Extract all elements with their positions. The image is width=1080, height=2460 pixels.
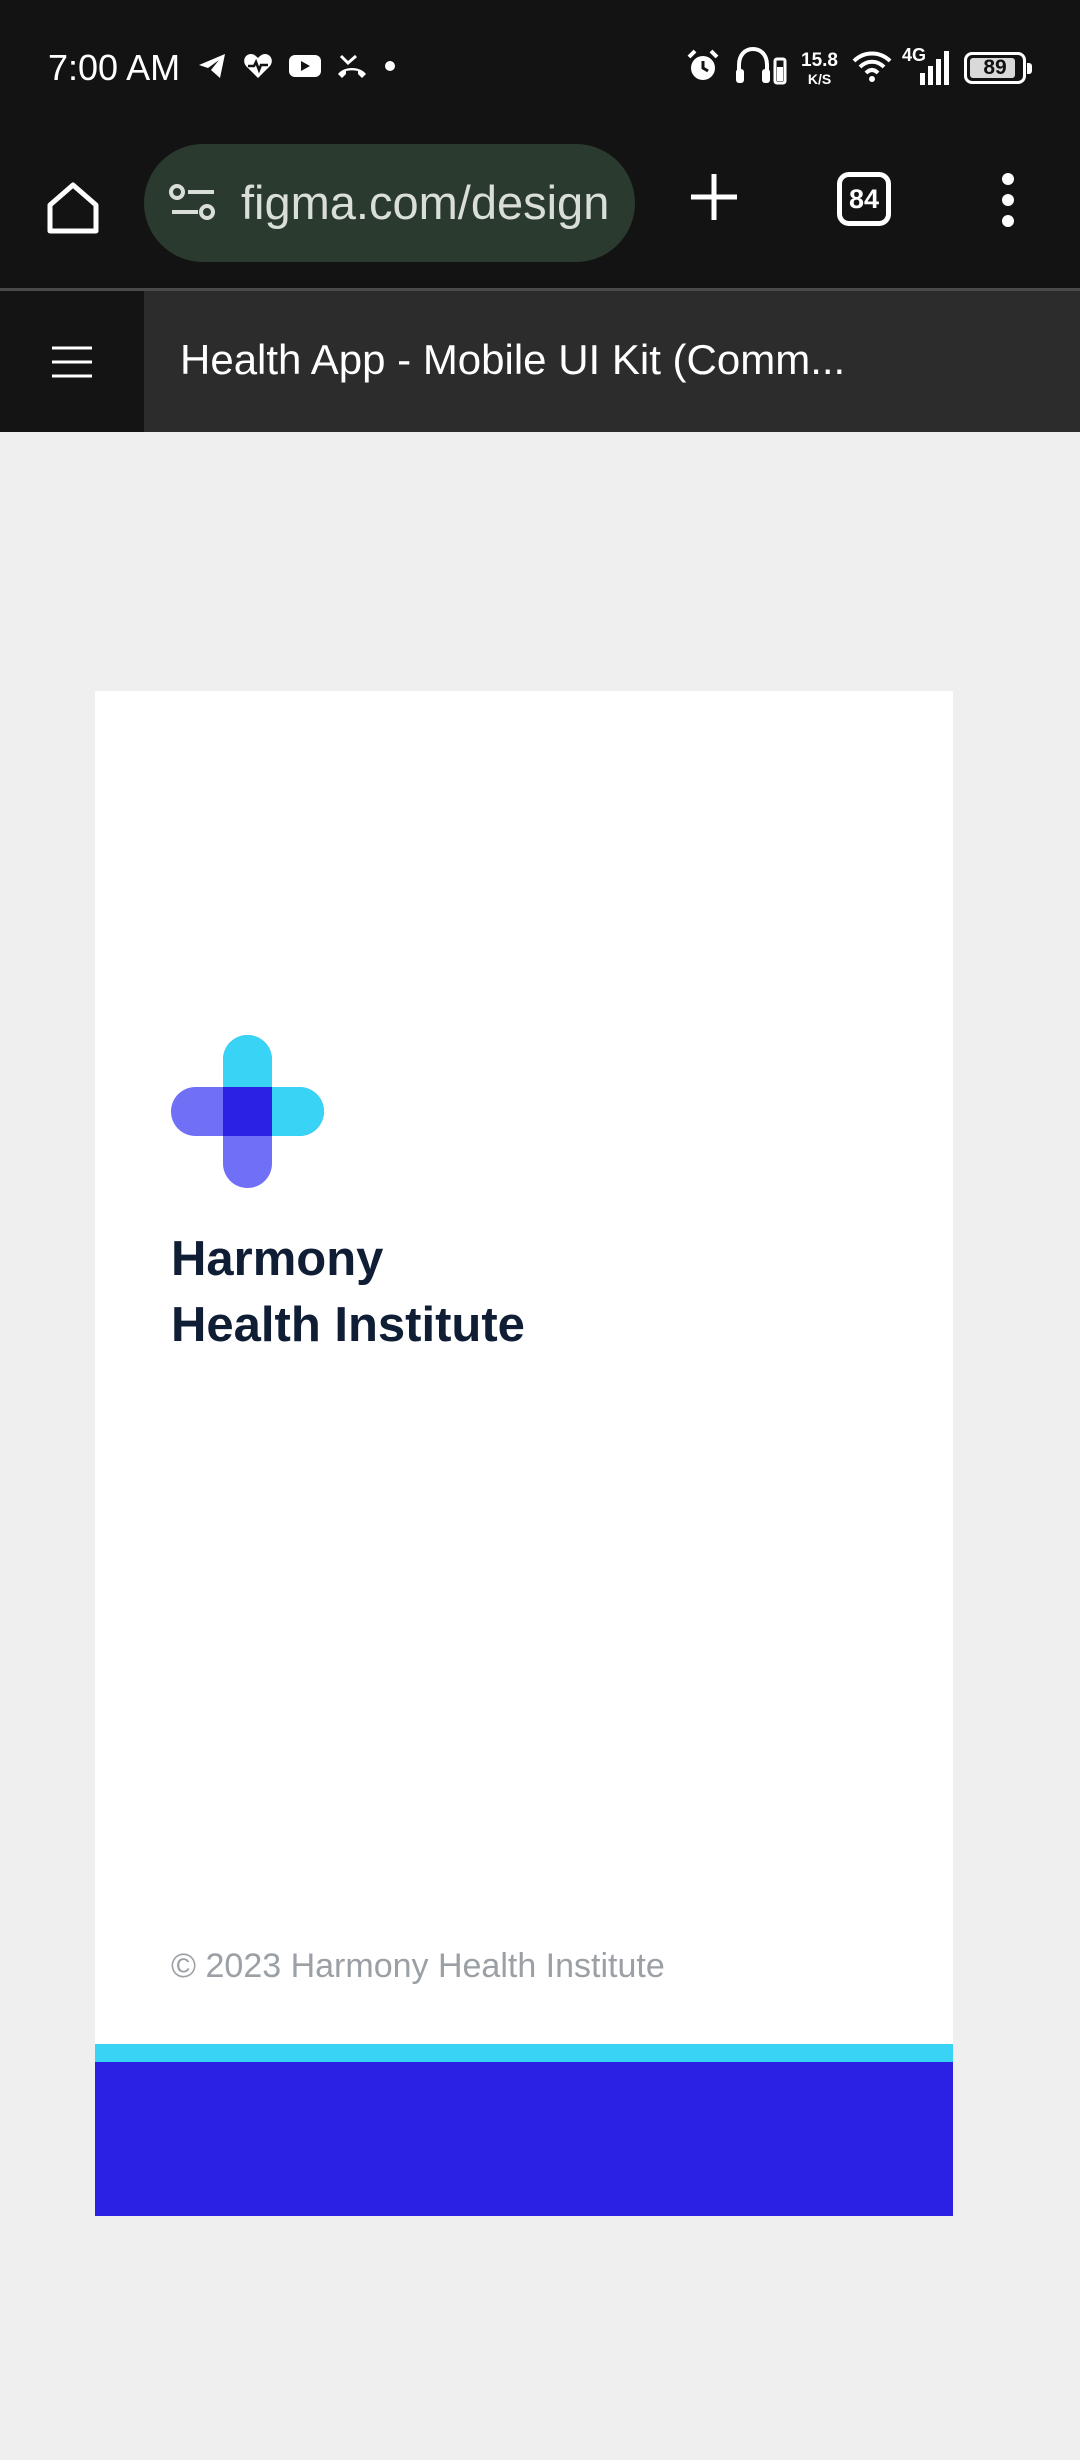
url-text[interactable]: figma.com/design xyxy=(241,174,609,232)
splash-screen-frame[interactable]: Harmony Health Institute © 2023 Harmony … xyxy=(95,691,953,2216)
browser-toolbar: figma.com/design 84 xyxy=(0,135,1080,288)
home-icon xyxy=(47,182,99,234)
organization-name: Harmony Health Institute xyxy=(171,1226,525,1358)
youtube-icon xyxy=(288,52,322,85)
network-type: 4G xyxy=(902,45,927,65)
system-icons: 15.8 K/S 4G 89 xyxy=(685,44,1032,92)
missed-call-icon xyxy=(336,50,368,87)
headphones-icon xyxy=(735,46,787,90)
signal-icon: 4G xyxy=(902,45,950,87)
health-cross-logo-icon xyxy=(171,1035,324,1188)
address-bar[interactable]: figma.com/design xyxy=(144,144,635,262)
browser-menu-button[interactable] xyxy=(990,168,1026,232)
network-speed-value: 15.8 xyxy=(801,49,838,71)
hamburger-menu-icon xyxy=(52,346,92,377)
network-speed: 15.8 K/S xyxy=(801,51,838,86)
heart-pulse-icon xyxy=(242,50,274,87)
home-button[interactable] xyxy=(40,175,106,241)
copyright-text: © 2023 Harmony Health Institute xyxy=(171,1947,665,1985)
battery-icon: 89 xyxy=(964,52,1032,84)
site-settings-icon[interactable] xyxy=(168,182,218,229)
new-tab-button[interactable] xyxy=(682,165,746,229)
telegram-icon xyxy=(196,50,228,87)
tabs-button[interactable]: 84 xyxy=(837,172,891,226)
figma-canvas[interactable]: Harmony Health Institute © 2023 Harmony … xyxy=(0,432,1080,2460)
org-name-line-1: Harmony xyxy=(171,1232,384,1286)
brand-color-block xyxy=(95,2062,953,2216)
dot-icon xyxy=(382,58,398,79)
battery-level: 89 xyxy=(983,56,1007,79)
figma-menu-button[interactable] xyxy=(0,291,144,432)
network-speed-unit: K/S xyxy=(807,70,832,87)
notification-icons xyxy=(196,48,398,88)
org-name-line-2: Health Institute xyxy=(171,1298,525,1352)
figma-header: Health App - Mobile UI Kit (Comm... xyxy=(0,291,1080,432)
accent-stripe xyxy=(95,2044,953,2062)
wifi-icon xyxy=(852,49,892,88)
more-vert-icon xyxy=(1002,173,1014,227)
plus-icon xyxy=(691,174,737,220)
alarm-icon xyxy=(685,48,721,89)
file-title[interactable]: Health App - Mobile UI Kit (Comm... xyxy=(180,331,845,389)
tab-count: 84 xyxy=(848,183,880,214)
status-bar: 7:00 AM 15.8 K/S 4G 89 xyxy=(0,0,1080,135)
status-time: 7:00 AM xyxy=(48,47,181,88)
